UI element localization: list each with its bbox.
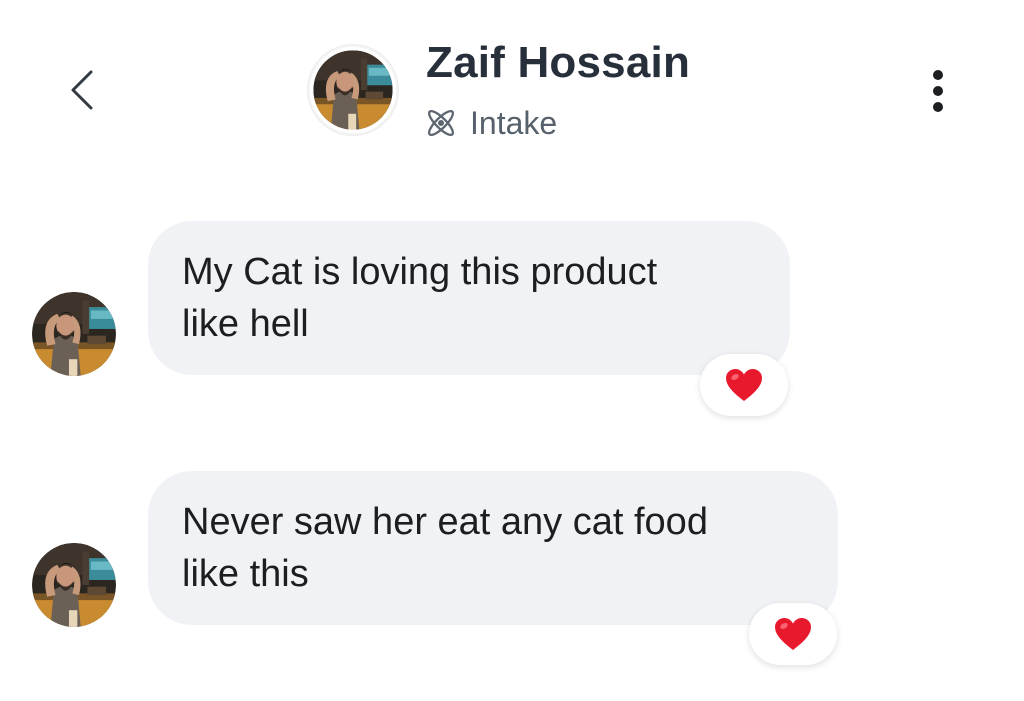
- profile-photo: [32, 292, 116, 376]
- sender-avatar[interactable]: [32, 292, 116, 376]
- back-button[interactable]: [62, 66, 102, 114]
- contact-avatar[interactable]: [308, 45, 398, 135]
- message-bubble[interactable]: My Cat is loving this product like hell: [148, 221, 790, 375]
- contact-subtitle: Intake: [422, 103, 557, 143]
- message-line: My Cat is loving this product: [182, 251, 658, 293]
- reaction-badge[interactable]: [700, 354, 788, 416]
- chevron-left-icon: [71, 70, 93, 110]
- more-options-button[interactable]: [917, 66, 959, 116]
- message-bubble[interactable]: Never saw her eat any cat food like this: [148, 471, 838, 625]
- contact-name[interactable]: Zaif Hossain: [426, 38, 690, 88]
- subtitle-label: Intake: [470, 104, 558, 141]
- heart-icon: [775, 618, 811, 650]
- message-line: like hell: [182, 303, 309, 345]
- reaction-badge[interactable]: [749, 603, 837, 665]
- heart-icon: [726, 369, 762, 401]
- messenger-atom-icon: [428, 110, 454, 136]
- message-line: like this: [182, 553, 309, 595]
- message-line: Never saw her eat any cat food: [182, 501, 708, 543]
- more-vertical-icon: [933, 70, 943, 112]
- sender-avatar[interactable]: [32, 543, 116, 627]
- profile-photo: [32, 543, 116, 627]
- profile-photo: [309, 46, 397, 134]
